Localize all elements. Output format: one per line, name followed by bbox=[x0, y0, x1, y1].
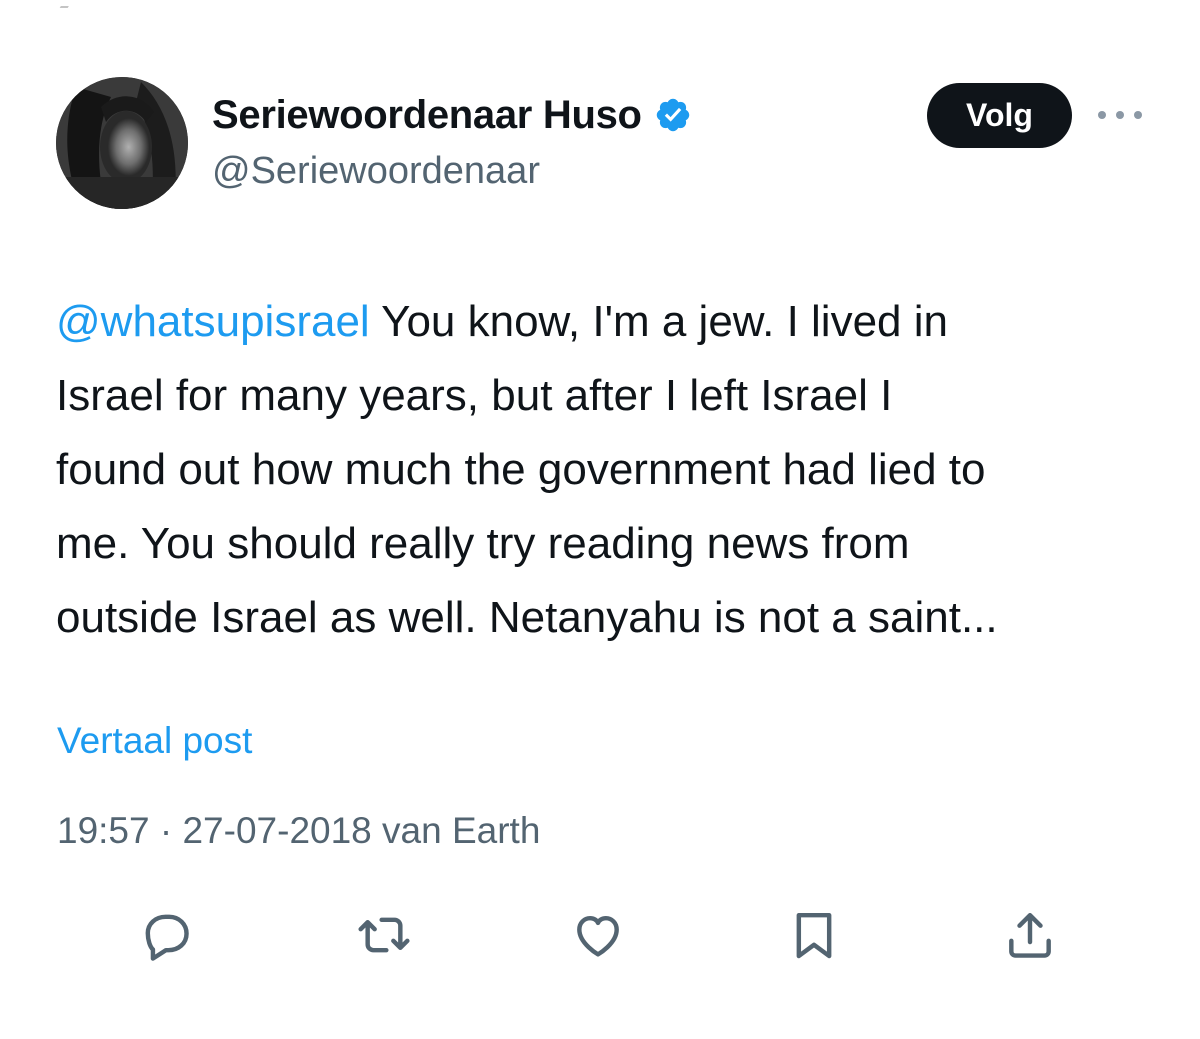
post-line-text: You know, I'm a jew. I lived in bbox=[369, 297, 948, 346]
post-line: found out how much the government had li… bbox=[56, 445, 986, 494]
post-line: me. You should really try reading news f… bbox=[56, 519, 910, 568]
author-name-row[interactable]: Seriewoordenaar Huso bbox=[212, 90, 692, 140]
repost-icon bbox=[358, 917, 410, 953]
reply-button[interactable] bbox=[136, 905, 196, 965]
more-dot bbox=[1116, 111, 1124, 119]
repost-button[interactable] bbox=[354, 905, 414, 965]
share-icon bbox=[1009, 912, 1051, 958]
avatar-photo bbox=[56, 77, 188, 209]
author-handle[interactable]: @Seriewoordenaar bbox=[212, 150, 540, 193]
more-dot bbox=[1134, 111, 1142, 119]
post-time[interactable]: 19:57 bbox=[57, 810, 150, 851]
mention-link[interactable]: @whatsupisrael bbox=[56, 297, 370, 346]
bookmark-button[interactable] bbox=[784, 905, 844, 965]
bookmark-icon bbox=[796, 912, 832, 959]
post-line: @whatsupisrael You know, I'm a jew. I li… bbox=[56, 285, 1166, 359]
reply-icon bbox=[145, 914, 189, 961]
post-line: Israel for many years, but after I left … bbox=[56, 371, 893, 420]
post-date-source: 27-07-2018 van Earth bbox=[182, 810, 541, 851]
post-line: outside Israel as well. Netanyahu is not… bbox=[56, 593, 998, 642]
author-display-name[interactable]: Seriewoordenaar Huso bbox=[212, 93, 642, 138]
post-meta: 19:57 · 27-07-2018 van Earth bbox=[57, 810, 540, 852]
post-text: @whatsupisrael You know, I'm a jew. I li… bbox=[56, 285, 1166, 655]
action-bar bbox=[0, 905, 1200, 965]
verified-badge-icon bbox=[656, 98, 689, 132]
follow-button[interactable]: Volg bbox=[927, 83, 1072, 148]
avatar[interactable] bbox=[56, 77, 188, 209]
meta-separator: · bbox=[149, 810, 183, 851]
like-button[interactable] bbox=[568, 905, 628, 965]
more-dot bbox=[1098, 111, 1106, 119]
translate-post-link[interactable]: Vertaal post bbox=[57, 720, 252, 762]
heart-icon bbox=[577, 915, 619, 957]
more-options-icon[interactable] bbox=[1098, 105, 1142, 125]
top-edge-mark bbox=[59, 0, 73, 8]
share-button[interactable] bbox=[1000, 905, 1060, 965]
